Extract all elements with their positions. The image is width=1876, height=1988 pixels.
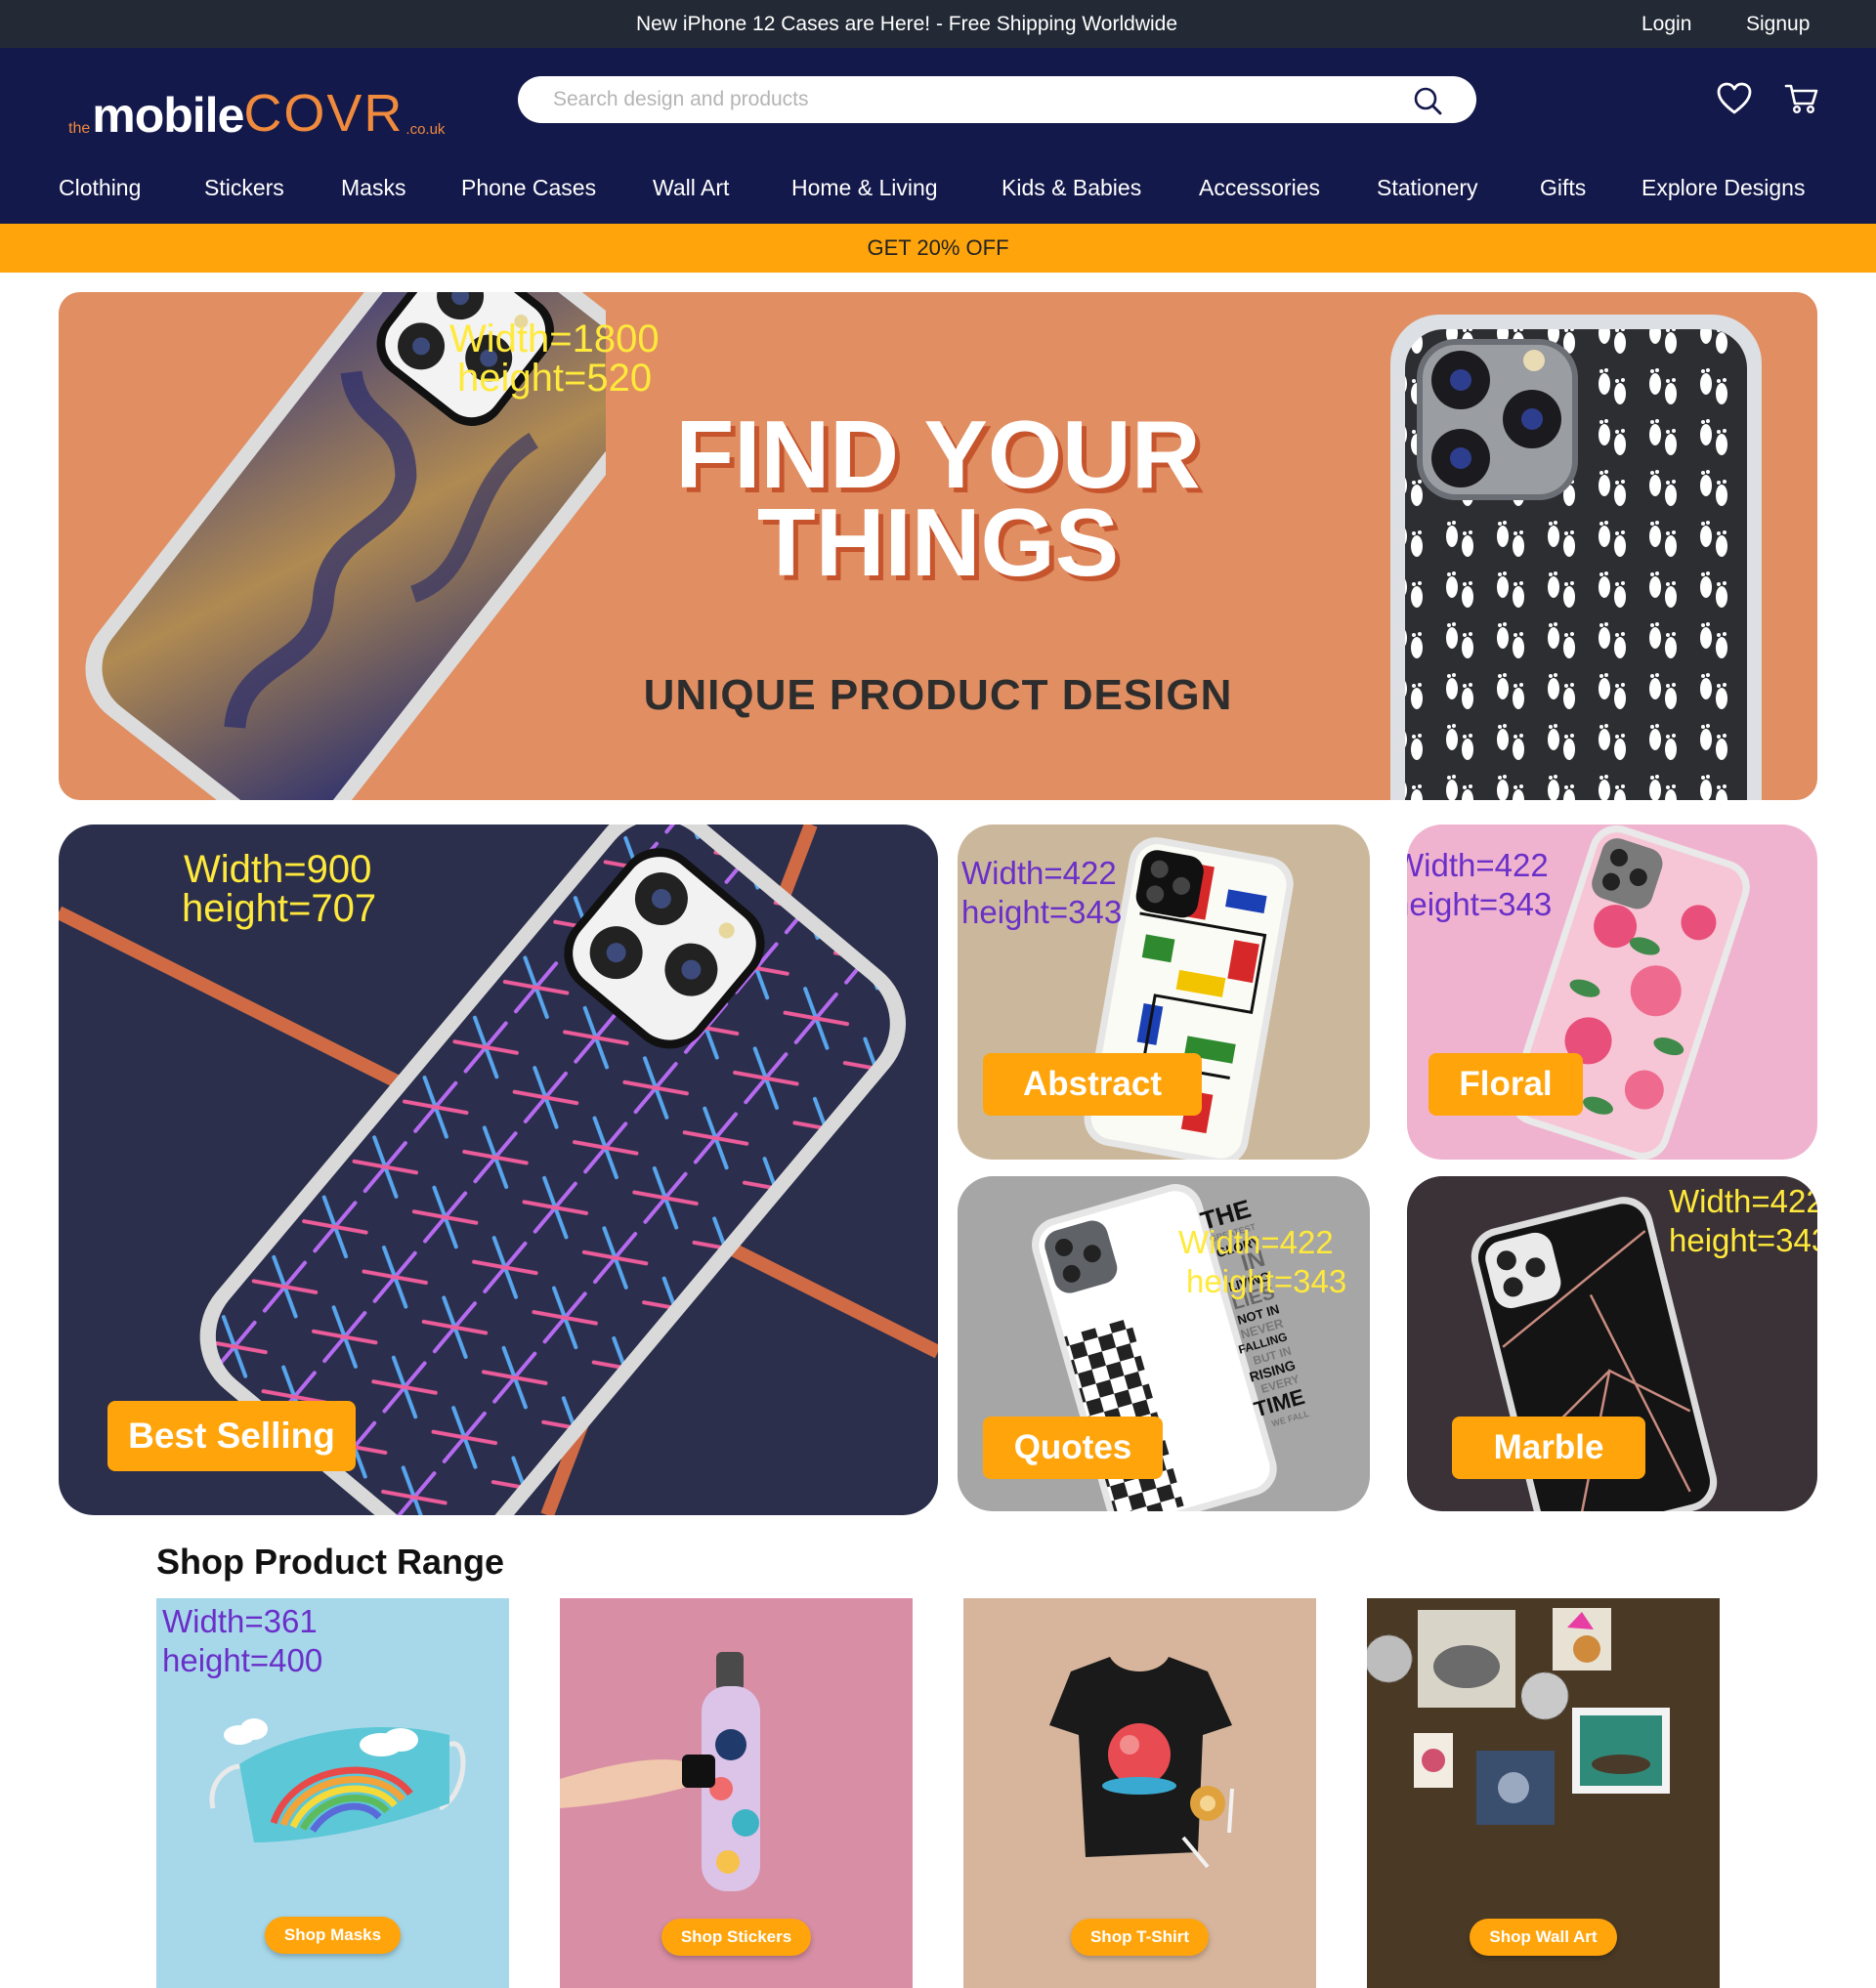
site-logo[interactable]: the mobile COVR .co.uk [68,75,445,144]
nav-stationery[interactable]: Stationery [1377,165,1478,224]
shop-stickers-button[interactable]: Shop Stickers [661,1919,812,1956]
best-selling-dim-width: Width=900 [184,848,372,891]
announcement-text: New iPhone 12 Cases are Here! - Free Shi… [635,13,1178,35]
shop-masks-button[interactable]: Shop Masks [264,1917,402,1954]
floral-dim-width: Width=422 [1407,847,1549,883]
nav-stickers[interactable]: Stickers [204,165,284,224]
marble-dim-width: Width=422 [1669,1183,1817,1219]
abstract-dim-height: height=343 [961,894,1123,930]
hero-dim-height: height=520 [457,357,653,400]
masks-dim-height: height=400 [162,1642,323,1678]
promo-banner[interactable]: GET 20% OFF [0,224,1876,273]
floral-dim-height: height=343 [1407,886,1553,922]
floral-label[interactable]: Floral [1428,1053,1583,1116]
hero-dim-width: Width=1800 [449,317,660,360]
tile-floral[interactable]: Width=422 height=343 Floral [1407,825,1817,1160]
tile-marble[interactable]: Width=422 height=343 Marble [1407,1176,1817,1511]
cart-icon[interactable] [1784,82,1819,115]
logo-covr: COVR [243,84,405,143]
announcement-bar: New iPhone 12 Cases are Here! - Free Shi… [0,0,1876,48]
tile-quotes[interactable]: THE GREATEST GLORY IN LIVING LIES NOT IN… [958,1176,1370,1511]
hero-dimension-note: Width=1800 height=520 [449,319,660,398]
nav-home-living[interactable]: Home & Living [791,165,938,224]
marble-label[interactable]: Marble [1452,1417,1645,1479]
nav-explore-designs[interactable]: Explore Designs [1642,165,1805,224]
nav-phone-cases[interactable]: Phone Cases [461,165,596,224]
masks-dimension-note: Width=361 height=400 [162,1602,322,1680]
product-card-tshirt[interactable]: Shop T-Shirt [963,1598,1316,1988]
logo-mobile: mobile [92,88,244,143]
nav-clothing[interactable]: Clothing [59,165,141,224]
masks-dim-width: Width=361 [162,1603,318,1639]
marble-dim-height: height=343 [1669,1222,1817,1258]
logo-domain: .co.uk [405,121,446,138]
quotes-label[interactable]: Quotes [983,1417,1163,1479]
section-title: Shop Product Range [156,1542,505,1582]
abstract-dim-width: Width=422 [961,855,1117,891]
quotes-dim-height: height=343 [1186,1263,1347,1299]
tile-abstract[interactable]: Width=422 height=343 Abstract [958,825,1370,1160]
marble-dimension-note: Width=422 height=343 [1669,1182,1817,1260]
shop-tshirt-button-wrap: Shop T-Shirt [963,1919,1316,1956]
floral-dimension-note: Width=422 height=343 [1407,846,1552,924]
site-header: the mobile COVR .co.uk Clothing Stickers… [0,48,1876,224]
hero-phone-right-image [1390,315,1762,800]
product-card-wall-art[interactable]: Shop Wall Art [1367,1598,1720,1988]
shop-stickers-button-wrap: Shop Stickers [560,1919,913,1956]
login-link[interactable]: Login [1642,0,1691,48]
hero-banner[interactable]: FIND YOUR THINGS UNIQUE PRODUCT DESIGN W… [59,292,1817,800]
search-input[interactable] [553,76,1393,123]
main-nav: Clothing Stickers Masks Phone Cases Wall… [0,165,1876,224]
product-card-stickers[interactable]: Shop Stickers [560,1598,913,1988]
logo-the: the [68,120,91,137]
product-card-masks[interactable]: Width=361 height=400 Shop Masks [156,1598,509,1988]
nav-kids-babies[interactable]: Kids & Babies [1002,165,1141,224]
best-selling-label[interactable]: Best Selling [107,1401,356,1471]
search-icon[interactable] [1413,86,1442,115]
tile-best-selling[interactable]: Width=900 height=707 Best Selling [59,825,938,1515]
nav-wall-art[interactable]: Wall Art [653,165,729,224]
shop-masks-button-wrap: Shop Masks [156,1917,509,1954]
best-selling-dim-height: height=707 [182,887,377,930]
shop-wall-art-button-wrap: Shop Wall Art [1367,1919,1720,1956]
heart-icon[interactable] [1717,82,1752,115]
shop-wall-art-button[interactable]: Shop Wall Art [1470,1919,1617,1956]
nav-masks[interactable]: Masks [341,165,405,224]
abstract-dimension-note: Width=422 height=343 [961,854,1122,932]
search-bar [518,76,1476,123]
quotes-dimension-note: Width=422 height=343 [1178,1223,1346,1301]
signup-link[interactable]: Signup [1746,0,1810,48]
shop-tshirt-button[interactable]: Shop T-Shirt [1070,1919,1210,1956]
nav-gifts[interactable]: Gifts [1540,165,1586,224]
best-selling-dimension-note: Width=900 height=707 [182,850,376,928]
nav-accessories[interactable]: Accessories [1199,165,1320,224]
abstract-label[interactable]: Abstract [983,1053,1202,1116]
quotes-dim-width: Width=422 [1178,1224,1334,1260]
